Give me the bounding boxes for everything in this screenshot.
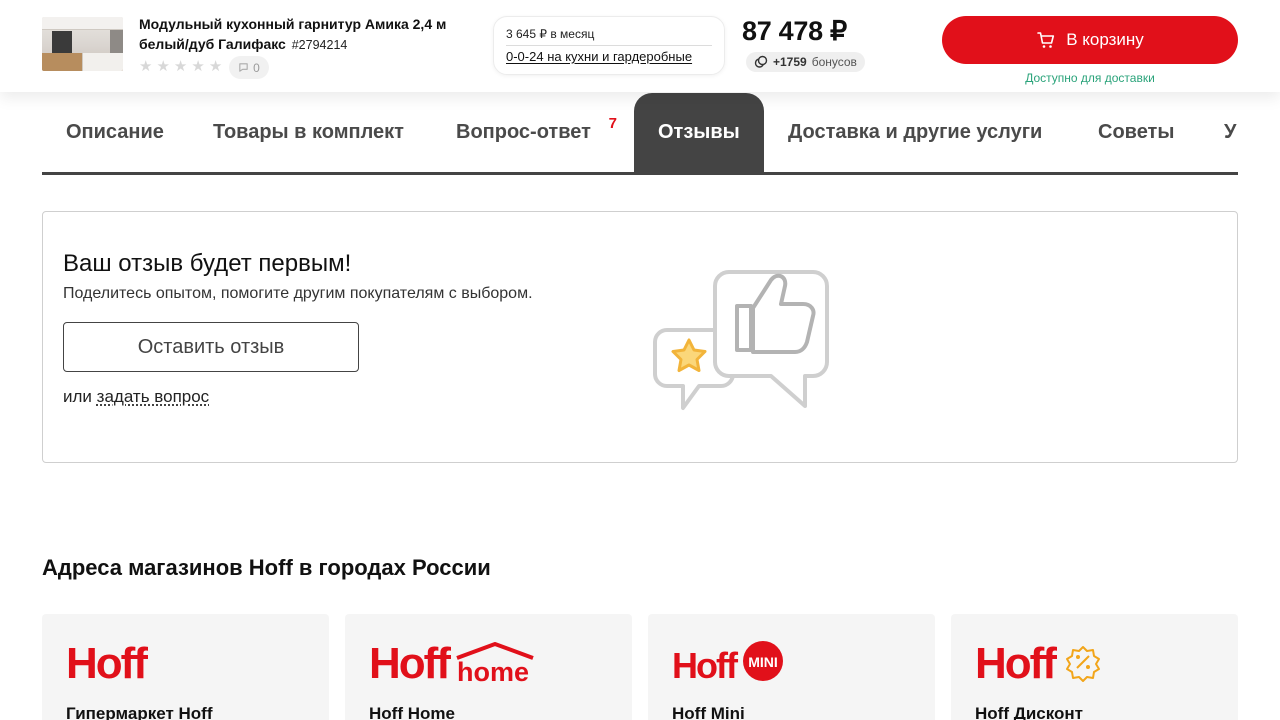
reviews-count-badge[interactable]: 0: [229, 56, 269, 79]
store-name: Hoff Дисконт: [975, 704, 1083, 720]
svg-text:Hoff: Hoff: [672, 645, 739, 684]
store-card-discount[interactable]: Hoff Hoff Дисконт: [951, 614, 1238, 720]
hoff-home-logo: Hoff home: [369, 640, 534, 684]
reviews-empty-subtitle: Поделитесь опытом, помогите другим покуп…: [63, 285, 533, 302]
thumbs-up-chat-illustration: [653, 270, 829, 410]
tab-advice[interactable]: Советы: [1074, 93, 1198, 172]
tab-label: Советы: [1098, 121, 1175, 143]
bonus-badge: +1759 бонусов: [746, 52, 865, 72]
tab-reviews[interactable]: Отзывы: [634, 93, 764, 172]
store-name: Hoff Mini: [672, 704, 745, 720]
tab-label: Отзывы: [658, 121, 740, 143]
star-icon: ★: [191, 58, 205, 75]
tab-kit-items[interactable]: Товары в комплект: [189, 93, 428, 172]
tab-delivery[interactable]: Доставка и другие услуги: [764, 93, 1066, 172]
credit-offer-link[interactable]: 0-0-24 на кухни и гардеробные: [506, 49, 712, 64]
store-card-mini[interactable]: Hoff MINI Hoff Mini: [648, 614, 935, 720]
or-text: или: [63, 387, 92, 406]
product-tabs: Описание Товары в комплект Вопрос-ответ …: [42, 93, 1238, 175]
reviews-empty-state: Ваш отзыв будет первым! Поделитесь опыто…: [42, 211, 1238, 463]
store-name: Hoff Home: [369, 704, 455, 720]
hoff-mini-logo: Hoff MINI: [672, 641, 783, 684]
comment-icon: [239, 63, 248, 72]
product-price: 87 478 ₽: [742, 16, 847, 46]
star-icon: ★: [173, 58, 188, 75]
product-sku: #2794214: [291, 38, 348, 52]
tab-more[interactable]: У: [1200, 93, 1238, 172]
store-card-home[interactable]: Hoff home Hoff Home: [345, 614, 632, 720]
cart-icon: [1037, 32, 1055, 48]
questions-count-badge: 7: [608, 115, 617, 132]
sticky-product-header: Модульный кухонный гарнитур Амика 2,4 м …: [0, 0, 1280, 92]
ask-question-line: или задать вопрос: [63, 387, 209, 407]
svg-text:home: home: [457, 657, 529, 684]
svg-text:Hoff: Hoff: [369, 640, 451, 684]
hoff-discount-logo: Hoff: [975, 640, 1100, 684]
reviews-empty-title: Ваш отзыв будет первым!: [63, 250, 352, 277]
tab-label: Доставка и другие услуги: [788, 121, 1043, 143]
tab-label: Товары в комплект: [213, 121, 404, 143]
availability-text: Доступно для доставки: [1025, 71, 1155, 85]
store-card-hypermarket[interactable]: Hoff Гипермаркет Hoff: [42, 614, 329, 720]
svg-text:MINI: MINI: [748, 654, 778, 670]
credit-monthly: 3 645 ₽ в месяц: [506, 27, 595, 41]
bonus-label: бонусов: [811, 55, 857, 69]
star-icon: ★: [156, 58, 170, 75]
tab-label: Вопрос-ответ: [456, 121, 591, 143]
bonus-amount: +1759: [773, 55, 807, 69]
svg-text:Hoff: Hoff: [975, 640, 1057, 684]
tab-label: Описание: [66, 121, 164, 143]
product-thumbnail[interactable]: [42, 17, 123, 71]
thumbnail-upper-cabinets: [42, 17, 123, 30]
stores-section-title: Адреса магазинов Hoff в городах России: [42, 555, 491, 580]
star-icon: ★: [139, 58, 153, 75]
add-to-cart-button[interactable]: В корзину: [942, 16, 1238, 64]
credit-divider: [506, 45, 712, 46]
credit-offer-card[interactable]: 3 645 ₽ в месяц 0-0-24 на кухни и гардер…: [493, 16, 725, 75]
thumbnail-lower-white: [82, 53, 123, 71]
reviews-count: 0: [253, 60, 260, 75]
hoff-logo: Hoff: [66, 640, 150, 684]
ask-question-link[interactable]: задать вопрос: [97, 387, 210, 406]
add-to-cart-label: В корзину: [1066, 30, 1144, 49]
tab-label: У: [1224, 121, 1237, 143]
leave-review-button[interactable]: Оставить отзыв: [63, 322, 359, 372]
tab-description[interactable]: Описание: [42, 93, 188, 172]
tab-questions[interactable]: Вопрос-ответ 7: [432, 93, 631, 172]
svg-text:Hoff: Hoff: [66, 640, 148, 684]
star-icon: ★: [208, 58, 223, 75]
thumbnail-hood: [52, 31, 72, 53]
product-title: Модульный кухонный гарнитур Амика 2,4 м …: [139, 14, 469, 55]
store-name: Гипермаркет Hoff: [66, 704, 213, 720]
rating-stars[interactable]: ★ ★ ★ ★ ★: [139, 58, 222, 76]
bonus-coins-icon: [754, 55, 768, 68]
